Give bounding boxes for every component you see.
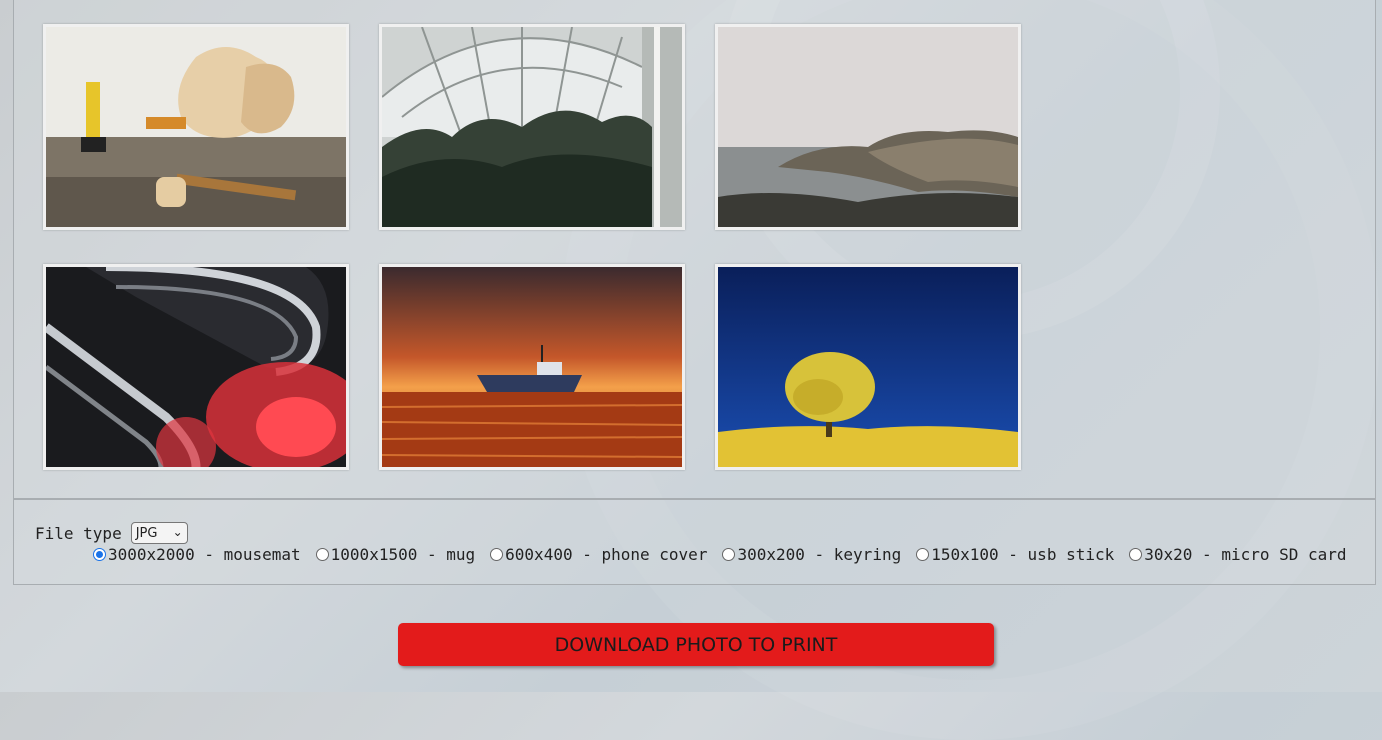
size-options: 3000x2000 - mousemat 1000x1500 - mug 600… (93, 545, 1347, 564)
workshop-guitar-photo[interactable] (43, 24, 349, 230)
size-option-keyring[interactable]: 300x200 - keyring (722, 545, 901, 564)
radio-button[interactable] (916, 548, 930, 561)
radio-button[interactable] (315, 548, 329, 561)
greenhouse-palms-photo[interactable] (379, 24, 685, 230)
sunset-boat-photo[interactable] (379, 264, 685, 470)
size-option-label: 3000x2000 - mousemat (108, 545, 301, 564)
photo-gallery (13, 0, 1376, 499)
size-option-label: 600x400 - phone cover (505, 545, 708, 564)
radio-button[interactable] (722, 548, 736, 561)
size-option-mousemat[interactable]: 3000x2000 - mousemat (93, 545, 301, 564)
download-button[interactable]: DOWNLOAD PHOTO TO PRINT (398, 623, 994, 666)
radio-button-selected[interactable] (93, 548, 106, 561)
chevron-down-icon: ⌄ (172, 525, 183, 539)
yellow-tree-blue-sky-photo[interactable] (715, 264, 1021, 470)
print-options-panel: File type JPG ⌄ 3000x2000 - mousemat 100… (13, 499, 1376, 585)
size-option-label: 1000x1500 - mug (330, 545, 476, 564)
size-option-usb-stick[interactable]: 150x100 - usb stick (916, 545, 1114, 564)
file-type-row: File type JPG ⌄ (35, 522, 188, 544)
size-option-label: 30x20 - micro SD card (1144, 545, 1347, 564)
size-option-phone-cover[interactable]: 600x400 - phone cover (490, 545, 707, 564)
radio-button[interactable] (1129, 548, 1143, 561)
radio-button[interactable] (490, 548, 504, 561)
file-type-select[interactable]: JPG ⌄ (130, 522, 188, 544)
size-option-micro-sd[interactable]: 30x20 - micro SD card (1129, 545, 1347, 564)
file-type-value: JPG (135, 525, 158, 541)
size-option-label: 300x200 - keyring (737, 545, 902, 564)
size-option-mug[interactable]: 1000x1500 - mug (315, 545, 476, 564)
file-type-label: File type (35, 523, 122, 543)
size-option-label: 150x100 - usb stick (931, 545, 1115, 564)
chrome-red-abstract-photo[interactable] (43, 264, 349, 470)
misty-coast-photo[interactable] (715, 24, 1021, 230)
